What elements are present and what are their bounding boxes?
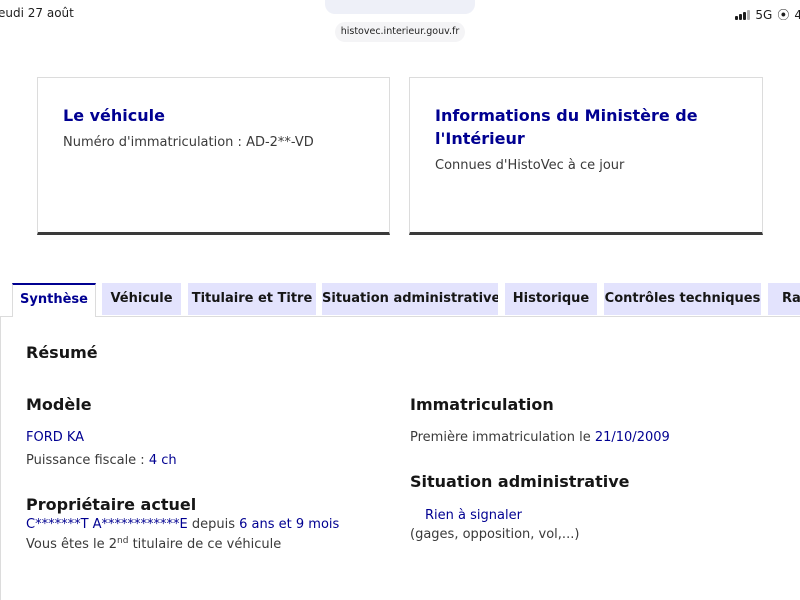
first-registration-date: 21/10/2009	[594, 430, 670, 445]
owner-line: C*******T A************E depuis 6 ans et…	[26, 517, 340, 532]
network-label: 5G	[755, 7, 773, 22]
signal-icon	[735, 9, 751, 20]
tab-rapport[interactable]: Rap	[768, 283, 800, 315]
admin-status-value: Rien à signaler	[425, 508, 522, 523]
owner-heading: Propriétaire actuel	[26, 495, 197, 514]
status-indicators: 5G ⦿ 4	[735, 6, 800, 23]
fiscal-power: Puissance fiscale : 4 ch	[26, 453, 177, 468]
admin-status-details: (gages, opposition, vol,...)	[410, 527, 580, 542]
registration-heading: Immatriculation	[410, 395, 554, 414]
status-date: eudi 27 août	[0, 6, 74, 20]
address-bar[interactable]: histovec.interieur.gouv.fr	[335, 22, 465, 42]
tab-titulaire-titre[interactable]: Titulaire et Titre	[188, 283, 316, 315]
tab-bar: Synthèse Véhicule Titulaire et Titre Sit…	[0, 283, 800, 317]
registration-number: Numéro d'immatriculation : AD-2**-VD	[63, 135, 314, 150]
model-name: FORD KA	[26, 430, 85, 445]
browser-top-glow	[325, 0, 475, 14]
tab-controles-techniques[interactable]: Contrôles techniques	[604, 283, 761, 315]
vehicle-card-title: Le véhicule	[63, 106, 165, 125]
summary-title: Résumé	[26, 343, 98, 362]
ministry-card: Informations du Ministère de l'Intérieur…	[409, 77, 763, 235]
lock-rotation-icon: ⦿	[777, 8, 790, 22]
owner-name: C*******T A************E	[26, 517, 188, 532]
ministry-card-text: Connues d'HistoVec à ce jour	[435, 158, 625, 173]
first-registration: Première immatriculation le 21/10/2009	[410, 430, 670, 445]
fiscal-power-value: 4 ch	[148, 453, 177, 468]
tab-historique[interactable]: Historique	[505, 283, 597, 315]
model-heading: Modèle	[26, 395, 92, 414]
owner-rank: Vous êtes le 2nd titulaire de ce véhicul…	[26, 536, 282, 553]
battery-icon: 4	[794, 7, 800, 22]
tab-vehicule[interactable]: Véhicule	[102, 283, 181, 315]
admin-status-heading: Situation administrative	[410, 472, 630, 491]
vehicle-card: Le véhicule Numéro d'immatriculation : A…	[37, 77, 390, 235]
tab-situation-administrative[interactable]: Situation administrative	[322, 283, 498, 315]
ministry-card-title: Informations du Ministère de l'Intérieur	[435, 106, 698, 148]
owner-duration: 6 ans et 9 mois	[239, 517, 340, 532]
tab-synthese[interactable]: Synthèse	[12, 283, 96, 317]
